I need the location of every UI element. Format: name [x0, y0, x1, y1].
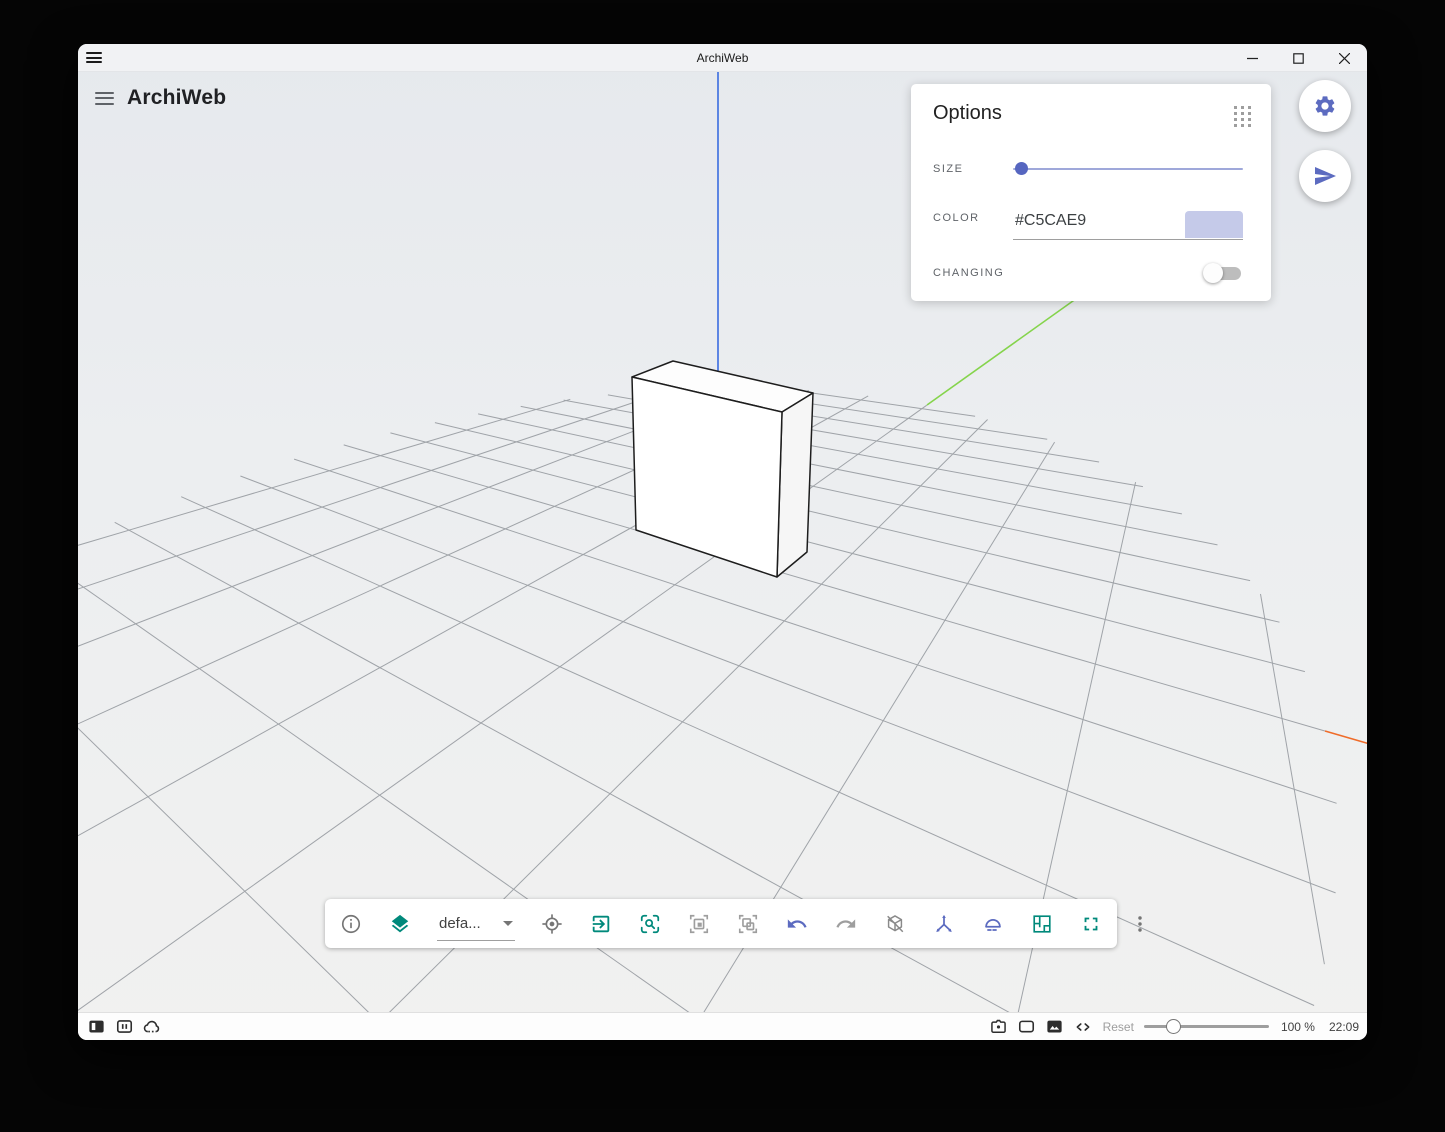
axis-x [1324, 730, 1367, 745]
size-slider-track[interactable] [1013, 168, 1243, 170]
window-view-button[interactable] [1013, 1013, 1041, 1041]
statusbar: Reset 100 % 22:09 [78, 1012, 1367, 1040]
fullscreen-icon [1084, 917, 1098, 930]
send-icon [1315, 167, 1336, 185]
app-title: ArchiWeb [127, 86, 227, 109]
cloud-icon [143, 1020, 160, 1032]
size-label: SIZE [933, 163, 964, 175]
zoom-slider-thumb[interactable] [1166, 1018, 1182, 1034]
size-slider-thumb[interactable] [1015, 162, 1028, 175]
select-object-button[interactable] [687, 912, 711, 936]
window-rect-icon [1019, 1020, 1035, 1033]
box-front-face [631, 376, 783, 578]
color-input-value[interactable]: #C5CAE9 [1015, 212, 1086, 230]
drag-handle-icon[interactable] [1234, 106, 1251, 128]
info-button[interactable] [339, 912, 363, 936]
titlebar: ArchiWeb [78, 44, 1367, 72]
enter-icon [592, 915, 610, 932]
kebab-menu-icon [1138, 915, 1142, 932]
close-icon [1338, 52, 1350, 64]
hide-3d-button[interactable] [883, 912, 907, 936]
changing-label: CHANGING [933, 267, 1005, 279]
columns-icon [116, 1020, 132, 1033]
zoom-slider[interactable] [1143, 1018, 1269, 1035]
zoom-reset-button[interactable]: Reset [1103, 1020, 1134, 1034]
color-input[interactable]: #C5CAE9 [1013, 196, 1243, 240]
maximize-button[interactable] [1275, 44, 1321, 72]
hamburger-menu-icon[interactable] [95, 91, 114, 105]
close-button[interactable] [1321, 44, 1367, 72]
window-title: ArchiWeb [696, 50, 749, 65]
code-icon [1076, 1022, 1090, 1031]
info-icon [341, 914, 361, 933]
columns-button[interactable] [110, 1013, 138, 1041]
toolbar: defa... [325, 899, 1142, 948]
undo-icon [787, 918, 807, 928]
fullscreen-button[interactable] [1079, 912, 1103, 936]
cube-off-icon [887, 914, 904, 932]
image-icon [1047, 1020, 1062, 1033]
maximize-icon [1292, 52, 1304, 64]
more-options-button[interactable] [1128, 912, 1152, 936]
redo-icon [836, 918, 856, 928]
enter-edit-button[interactable] [589, 912, 613, 936]
app-window: ArchiWeb ArchiWeb Options SIZE COLOR #C5… [78, 44, 1367, 1040]
dome-icon [985, 918, 1001, 931]
scan-search-icon [640, 914, 660, 933]
minimize-button[interactable] [1229, 44, 1275, 72]
color-swatch[interactable] [1185, 211, 1243, 238]
layer-select-value: defa... [439, 914, 481, 932]
layers-button[interactable] [388, 912, 412, 936]
minimize-icon [1246, 57, 1258, 59]
changing-toggle-knob[interactable] [1203, 263, 1223, 283]
panel-left-button[interactable] [82, 1013, 110, 1041]
gear-icon [1315, 96, 1335, 116]
zoom-to-selection-button[interactable] [638, 912, 662, 936]
floorplan-icon [1033, 914, 1051, 933]
app-header: ArchiWeb [95, 86, 226, 110]
cloud-status-button[interactable] [138, 1013, 166, 1041]
camera-icon [991, 1019, 1006, 1034]
options-panel-title: Options [933, 102, 1002, 124]
screenshot-button[interactable] [985, 1013, 1013, 1041]
chevron-down-icon [503, 920, 513, 926]
clock: 22:09 [1328, 1019, 1359, 1034]
zoom-slider-track[interactable] [1143, 1025, 1269, 1028]
send-fab-button[interactable] [1299, 150, 1351, 202]
floorplan-button[interactable] [1030, 912, 1054, 936]
code-view-button[interactable] [1069, 1013, 1097, 1041]
select-object-icon [689, 914, 709, 933]
undo-button[interactable] [785, 912, 809, 936]
window-menu-icon[interactable] [86, 52, 102, 63]
image-export-button[interactable] [1041, 1013, 1069, 1041]
box-object[interactable] [631, 360, 814, 578]
axes-icon [936, 914, 952, 932]
redo-button[interactable] [834, 912, 858, 936]
locate-button[interactable] [540, 912, 564, 936]
crosshair-icon [542, 913, 562, 934]
select-multiple-button[interactable] [736, 912, 760, 936]
layers-icon [391, 914, 409, 932]
size-slider[interactable] [1013, 162, 1243, 176]
settings-fab-button[interactable] [1299, 80, 1351, 132]
layer-select[interactable]: defa... [437, 907, 515, 941]
terrain-dome-button[interactable] [981, 912, 1005, 936]
changing-toggle[interactable] [1203, 263, 1243, 283]
zoom-level: 100 % [1280, 1019, 1315, 1034]
options-panel: Options SIZE COLOR #C5CAE9 CHANGING [911, 84, 1271, 301]
axes-gizmo-button[interactable] [932, 912, 956, 936]
panel-left-icon [88, 1020, 104, 1033]
select-multiple-icon [738, 914, 758, 933]
color-label: COLOR [933, 212, 980, 224]
